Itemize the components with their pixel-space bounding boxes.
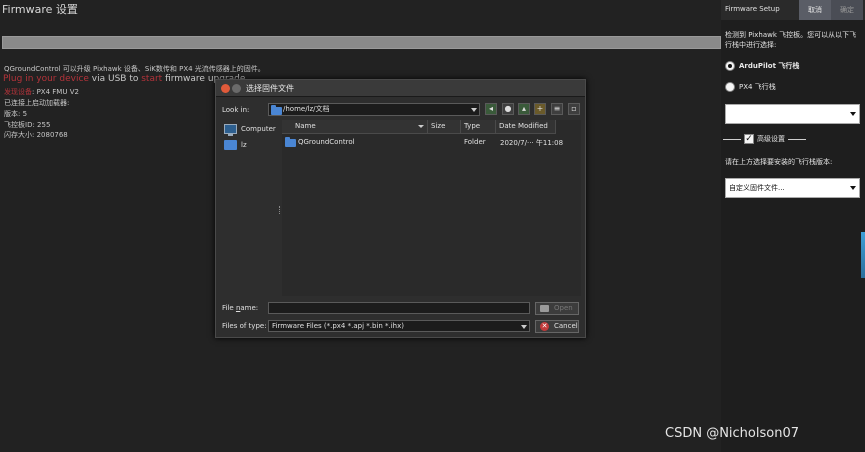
bootloader-status: 已连接上启动加载器:	[4, 99, 70, 107]
dialog-titlebar: 选择固件文件	[216, 80, 585, 97]
divider-line	[723, 138, 741, 140]
forward-icon[interactable]: ●	[502, 103, 514, 115]
radio-px4-label: PX4 飞行栈	[739, 83, 776, 91]
dialog-title: 选择固件文件	[246, 84, 294, 93]
column-header-size[interactable]: Size	[428, 120, 461, 134]
bootloader-version: 版本: 5	[4, 110, 28, 118]
version-prompt: 请在上方选择要安装的飞行栈版本:	[725, 158, 833, 166]
files-of-type-value: Firmware Files (*.px4 *.apj *.bin *.ihx)	[272, 322, 404, 330]
open-button[interactable]: Open	[535, 302, 579, 315]
board-id: 飞控板ID: 255	[4, 121, 51, 129]
place-computer[interactable]: Computer	[224, 122, 276, 136]
panel-title: Firmware Setup	[725, 5, 780, 13]
via-usb-text: via USB to	[88, 74, 142, 84]
divider-line	[788, 138, 806, 140]
found-device-value: : PX4 FMU V2	[32, 88, 79, 96]
vehicle-type-select[interactable]	[725, 104, 860, 124]
column-header-date[interactable]: Date Modified	[496, 120, 556, 134]
column-header-name[interactable]: Name	[282, 120, 428, 134]
chevron-down-icon	[521, 325, 527, 329]
places-sidebar: Computer lz	[222, 120, 278, 296]
column-header-type[interactable]: Type	[461, 120, 496, 134]
folder-icon	[285, 137, 296, 147]
files-of-type-label: Files of type:	[222, 322, 267, 330]
page-title: Firmware 设置	[2, 3, 78, 16]
close-window-icon[interactable]	[221, 84, 230, 93]
look-in-combo[interactable]: /home/lz/文档	[268, 103, 480, 116]
column-name-label: Name	[295, 122, 316, 130]
detail-view-icon[interactable]: ▫	[568, 103, 580, 115]
plug-in-text: Plug in your device	[3, 74, 89, 84]
radio-unchecked-icon[interactable]	[725, 82, 735, 92]
file-date: 2020/7/··· 午11:08	[500, 139, 564, 147]
cancel-icon: ✕	[540, 322, 549, 331]
file-name-mnemonic: n	[235, 304, 241, 312]
open-button-label: Open	[554, 304, 573, 312]
panel-cancel-button[interactable]: 取消	[799, 0, 831, 20]
file-name-input[interactable]	[268, 302, 530, 314]
firmware-version-select[interactable]: 自定义固件文件...	[725, 178, 860, 198]
panel-ok-button[interactable]: 确定	[831, 0, 863, 20]
radio-checked-icon[interactable]	[725, 61, 735, 71]
found-device-label: 发现设备	[4, 88, 32, 96]
list-view-icon[interactable]: ≡	[551, 103, 563, 115]
file-dialog: 选择固件文件 Look in: /home/lz/文档 ◂ ● ▴ + ≡ ▫ …	[215, 79, 586, 338]
checkbox-checked-icon[interactable]: ✓	[744, 134, 754, 144]
found-device: 发现设备: PX4 FMU V2	[4, 87, 79, 97]
cancel-button-label: Cancel	[554, 322, 578, 330]
upgrade-progress-bar	[2, 36, 721, 49]
flash-size: 闪存大小: 2080768	[4, 131, 68, 139]
new-folder-icon[interactable]: +	[534, 103, 546, 115]
back-icon[interactable]: ◂	[485, 103, 497, 115]
detect-message: 检测到 Pixhawk 飞控板。您可以从以下飞行栈中进行选择:	[725, 31, 857, 49]
scroll-indicator	[861, 232, 865, 278]
progress-fill	[3, 37, 720, 48]
advanced-settings[interactable]: ✓ 高级设置	[723, 134, 806, 144]
cancel-button[interactable]: ✕ Cancel	[535, 320, 579, 333]
file-name-label: File name:	[222, 304, 259, 312]
parent-dir-icon[interactable]: ▴	[518, 103, 530, 115]
radio-px4[interactable]: PX4 飞行栈	[725, 81, 776, 93]
look-in-label: Look in:	[222, 106, 250, 114]
chevron-down-icon	[471, 108, 477, 112]
advanced-settings-label: 高级设置	[757, 135, 785, 143]
file-name: QGroundControl	[298, 138, 355, 146]
chevron-down-icon	[850, 186, 856, 190]
panel-header: Firmware Setup 取消 确定	[721, 0, 865, 20]
look-in-path: /home/lz/文档	[283, 105, 330, 113]
firmware-setup-panel: Firmware Setup 取消 确定 检测到 Pixhawk 飞控板。您可以…	[721, 0, 865, 452]
firmware-version-value: 自定义固件文件...	[729, 184, 785, 192]
sort-down-icon	[418, 125, 424, 128]
place-home-label: lz	[241, 141, 247, 149]
place-home[interactable]: lz	[224, 138, 247, 152]
intro-text: QGroundControl 可以升级 Pixhawk 设备、SiK数传和 PX…	[4, 65, 265, 73]
chevron-down-icon	[850, 112, 856, 116]
file-type: Folder	[464, 138, 486, 146]
splitter-handle[interactable]	[279, 206, 281, 214]
folder-icon	[271, 105, 282, 115]
watermark: CSDN @Nicholson07	[665, 426, 799, 441]
computer-icon	[224, 124, 237, 136]
file-list: Name Size Type Date Modified QGroundCont…	[282, 120, 581, 296]
radio-ardupilot[interactable]: ArduPilot 飞行栈	[725, 60, 799, 72]
plug-instruction: Plug in your device via USB to start fir…	[3, 74, 248, 84]
minimize-window-icon[interactable]	[232, 84, 241, 93]
place-computer-label: Computer	[241, 125, 276, 133]
start-text: start	[141, 74, 163, 84]
file-row[interactable]: QGroundControl Folder 2020/7/··· 午11:08	[282, 136, 581, 149]
files-of-type-combo[interactable]: Firmware Files (*.px4 *.apj *.bin *.ihx)	[268, 320, 530, 332]
folder-icon	[224, 140, 237, 150]
radio-ardupilot-label: ArduPilot 飞行栈	[739, 62, 800, 70]
open-folder-icon	[540, 305, 549, 312]
